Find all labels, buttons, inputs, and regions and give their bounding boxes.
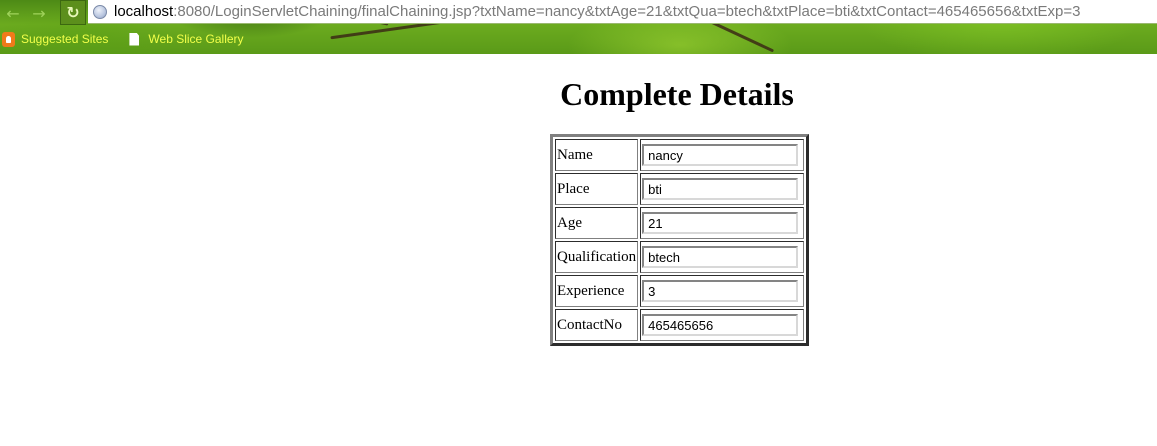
back-arrow-icon: ← [6,3,20,23]
globe-icon [93,4,107,19]
url-path: :8080/LoginServletChaining/finalChaining… [173,3,1081,20]
back-button[interactable]: ← [2,2,24,24]
value-cell [640,207,805,239]
table-row: Age [555,207,805,239]
reload-icon: ↻ [66,3,80,22]
value-cell [640,139,805,171]
bookmark-suggested-sites[interactable]: Suggested Sites [0,31,109,47]
row-label: Name [555,139,639,171]
bookmarks-bar: Suggested Sites Web Slice Gallery [0,28,257,50]
bookmark-web-slice-gallery[interactable]: Web Slice Gallery [121,32,244,46]
page-icon [129,32,140,46]
row-label: Qualification [555,241,639,273]
table-row: ContactNo [555,309,805,341]
reload-button[interactable]: ↻ [60,0,86,25]
age-field[interactable] [642,212,799,234]
bookmark-label: Web Slice Gallery [148,32,244,46]
url-host: localhost [114,3,174,20]
value-cell [640,275,805,307]
address-bar[interactable]: localhost:8080/LoginServletChaining/fina… [88,0,1157,24]
bookmark-label: Suggested Sites [21,32,109,46]
contact-no-field[interactable] [642,314,799,336]
page-title: Complete Details [560,76,794,112]
value-cell [640,309,805,341]
place-field[interactable] [642,178,799,200]
qualification-field[interactable] [642,246,799,268]
table-row: Place [555,173,805,205]
value-cell [640,241,805,273]
url-text[interactable]: localhost:8080/LoginServletChaining/fina… [114,3,1080,20]
forward-button[interactable]: → [28,2,50,24]
value-cell [640,173,805,205]
name-field[interactable] [642,144,799,166]
browser-chrome: ← → ↻ localhost:8080/LoginServletChainin… [0,0,1157,54]
table-row: Experience [555,275,805,307]
details-table: Name Place Age Qualification [550,134,810,346]
forward-arrow-icon: → [32,3,46,23]
row-label: Experience [555,275,639,307]
row-label: Place [555,173,639,205]
row-label: ContactNo [555,309,639,341]
table-row: Qualification [555,241,805,273]
suggested-sites-icon [2,31,15,47]
experience-field[interactable] [642,280,799,302]
table-row: Name [555,139,805,171]
row-label: Age [555,207,639,239]
